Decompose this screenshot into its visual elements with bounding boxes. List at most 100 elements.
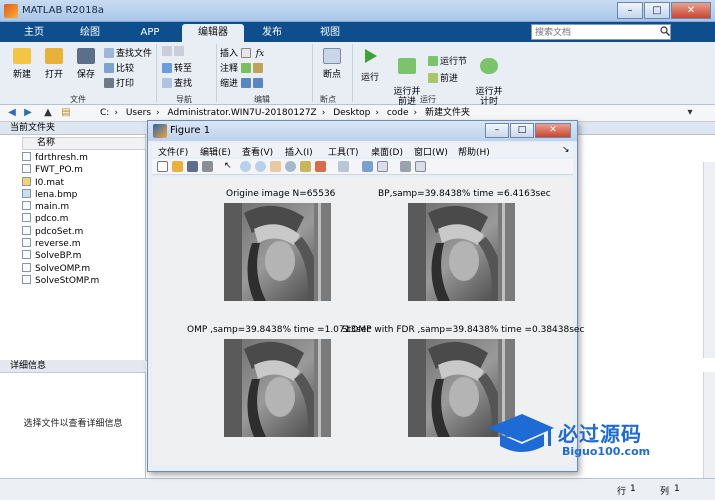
run-button[interactable]: 运行 — [356, 48, 384, 83]
list-item[interactable]: I0.mat — [22, 176, 146, 189]
list-item[interactable]: SolveBP.m — [22, 250, 146, 262]
tab-editor[interactable]: 编辑器 — [182, 24, 244, 42]
crumb[interactable]: C: — [100, 108, 109, 118]
crumb[interactable]: 新建文件夹 — [425, 108, 470, 118]
indent-icon — [240, 78, 251, 88]
run-section-button[interactable]: 运行节 — [428, 54, 467, 67]
open-folder-icon — [45, 48, 63, 64]
crumb[interactable]: code — [387, 108, 409, 118]
figure-maximize-button[interactable]: □ — [510, 123, 534, 138]
file-icon — [22, 164, 31, 174]
tab-publish[interactable]: 发布 — [246, 24, 298, 42]
zoom-in-icon[interactable] — [240, 161, 251, 172]
details-hint: 选择文件以查看详细信息 — [23, 419, 123, 429]
tab-view[interactable]: 视图 — [302, 24, 358, 42]
new-button[interactable]: 新建 — [8, 48, 36, 80]
menu-desktop[interactable]: 桌面(D) — [371, 145, 403, 158]
list-item[interactable]: lena.bmp — [22, 188, 146, 201]
zoom-out-icon[interactable] — [255, 161, 266, 172]
figure-title-bar[interactable]: Figure 1 – □ ✕ — [148, 121, 577, 141]
comment-button[interactable]: 注释 — [220, 61, 265, 74]
new-file-icon — [13, 48, 31, 64]
hide-tools-icon[interactable] — [400, 161, 411, 172]
new-figure-icon[interactable] — [157, 161, 168, 172]
menu-insert[interactable]: 插入(I) — [285, 145, 313, 158]
figure-minimize-button[interactable]: – — [485, 123, 509, 138]
print-button[interactable]: 打印 — [104, 76, 134, 89]
indent-button[interactable]: 缩进 — [220, 76, 265, 89]
colorbar-icon[interactable] — [362, 161, 373, 172]
brush-icon[interactable] — [315, 161, 326, 172]
figure-icon — [153, 124, 167, 138]
save-button[interactable]: 保存 — [72, 48, 100, 80]
list-item[interactable]: SolveStOMP.m — [22, 274, 146, 287]
menu-window[interactable]: 窗口(W) — [414, 145, 448, 158]
subplot-title: StOMP with FDR ,samp=39.8438% time =0.38… — [342, 325, 585, 335]
menu-edit[interactable]: 编辑(E) — [200, 145, 231, 158]
forward-icon[interactable]: ▶ — [22, 107, 34, 119]
menu-help[interactable]: 帮助(H) — [458, 145, 490, 158]
crumb[interactable]: Administrator.WIN7U-20180127Z — [168, 108, 317, 118]
list-item[interactable]: pdco.m — [22, 213, 146, 225]
print-icon — [104, 78, 114, 88]
data-cursor-icon[interactable] — [300, 161, 311, 172]
address-dropdown-icon[interactable]: ▾ — [684, 107, 696, 119]
breakpoints-button[interactable]: 断点 — [318, 48, 346, 80]
cursor-icon[interactable]: ↖ — [224, 161, 235, 172]
menu-view[interactable]: 查看(V) — [242, 145, 273, 158]
find-files-icon — [104, 48, 114, 58]
find-button[interactable]: 查找 — [162, 76, 192, 89]
open-icon[interactable] — [172, 161, 183, 172]
search-documentation-input[interactable] — [531, 24, 671, 40]
advance-button[interactable]: 前进 — [428, 71, 458, 84]
search-icon[interactable] — [660, 26, 670, 36]
command-scrollbar[interactable] — [703, 372, 715, 478]
legend-icon[interactable] — [377, 161, 388, 172]
row-label: 行 — [617, 487, 627, 497]
compare-button[interactable]: 比较 — [104, 61, 134, 74]
breadcrumb[interactable]: C: › Users › Administrator.WIN7U-20180127Z… — [100, 107, 689, 120]
run-advance-icon — [398, 58, 416, 74]
menu-file[interactable]: 文件(F) — [158, 145, 188, 158]
close-button[interactable]: ✕ — [671, 2, 711, 19]
maximize-button[interactable]: □ — [644, 2, 670, 19]
link-plot-icon[interactable] — [338, 161, 349, 172]
rotate-icon[interactable] — [285, 161, 296, 172]
dock-icon[interactable] — [415, 161, 426, 172]
file-icon — [22, 250, 31, 260]
tab-plots[interactable]: 绘图 — [64, 24, 116, 42]
insert-button[interactable]: 插入 fx — [220, 46, 264, 59]
crumb-sep: › — [321, 108, 326, 118]
crumb[interactable]: Users — [126, 108, 151, 118]
up-folder-icon[interactable]: ▲ — [42, 107, 54, 119]
workspace-scrollbar[interactable] — [703, 162, 715, 358]
save-icon[interactable] — [187, 161, 198, 172]
list-item[interactable]: fdrthresh.m — [22, 152, 146, 164]
figure-close-button[interactable]: ✕ — [535, 123, 571, 138]
print-icon[interactable] — [202, 161, 213, 172]
menu-dock-icon[interactable]: ↘ — [562, 145, 570, 155]
open-button[interactable]: 打开 — [40, 48, 68, 80]
mat-file-icon — [22, 176, 31, 186]
minimize-button[interactable]: – — [617, 2, 643, 19]
tab-home[interactable]: 主页 — [8, 24, 60, 42]
list-item[interactable]: reverse.m — [22, 238, 146, 250]
run-section-icon — [428, 56, 438, 66]
crumb[interactable]: Desktop — [333, 108, 370, 118]
file-icon — [22, 262, 31, 272]
nav-back-forward-buttons[interactable] — [162, 46, 186, 57]
find-files-button[interactable]: 查找文件 — [104, 46, 152, 59]
list-item[interactable]: FWT_PO.m — [22, 164, 146, 176]
back-icon[interactable]: ◀ — [6, 107, 18, 119]
tab-apps[interactable]: APP — [120, 24, 180, 42]
list-item[interactable]: pdcoSet.m — [22, 225, 146, 238]
name-column-header[interactable]: 名称 — [22, 137, 146, 150]
browse-folder-icon[interactable]: ▤ — [60, 107, 72, 119]
list-item[interactable]: main.m — [22, 201, 146, 213]
image-file-icon — [22, 188, 31, 198]
group-label-run: 运行 — [420, 95, 436, 104]
pan-icon[interactable] — [270, 161, 281, 172]
menu-tools[interactable]: 工具(T) — [328, 145, 359, 158]
list-item[interactable]: SolveOMP.m — [22, 262, 146, 275]
goto-button[interactable]: 转至 — [162, 61, 192, 74]
